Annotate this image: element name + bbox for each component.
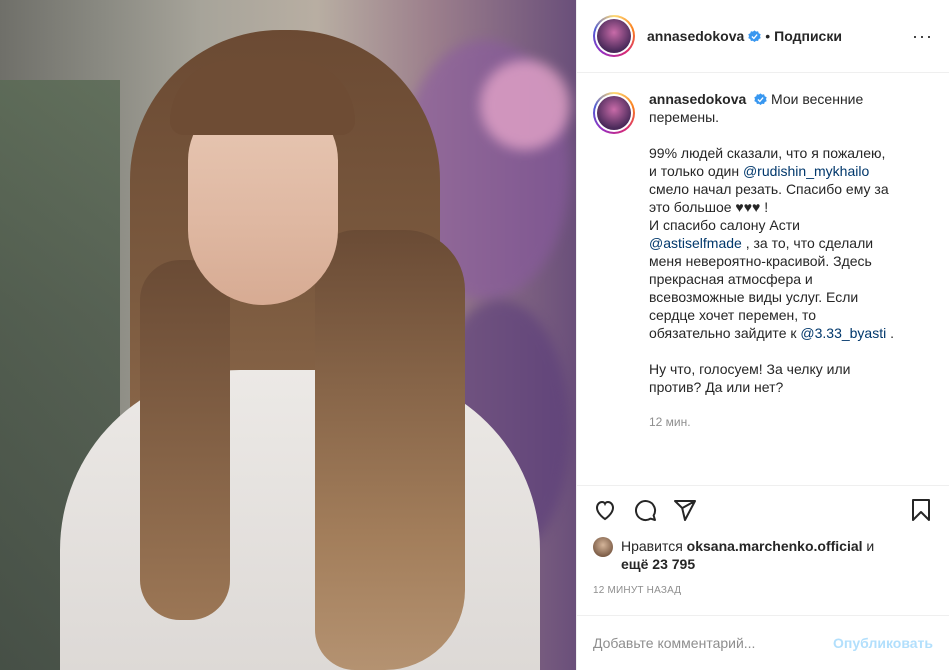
comment-input[interactable]	[593, 635, 834, 651]
caption-line: 99% людей сказали, что я пожалею,	[649, 145, 886, 161]
post-photo[interactable]	[0, 0, 576, 670]
caption-line: смело начал резать. Спасибо ему за	[649, 181, 889, 197]
caption-line: прекрасная атмосфера и	[649, 271, 813, 287]
bookmark-icon	[912, 499, 930, 521]
caption-timestamp[interactable]: 12 мин.	[649, 413, 894, 431]
header-username[interactable]: annasedokova	[647, 28, 744, 44]
heart-icon	[595, 500, 615, 521]
caption-line: .	[890, 325, 894, 341]
post-caption: annasedokova Мои весенние перемены. 99% …	[593, 90, 933, 431]
verified-icon	[754, 93, 767, 106]
photo-shirt	[60, 370, 540, 670]
caption-line: меня невероятно-красивой. Здесь	[649, 253, 872, 269]
comment-icon	[635, 500, 657, 522]
following-button[interactable]: Подписки	[774, 28, 842, 44]
verified-icon	[748, 29, 761, 42]
save-button[interactable]	[909, 498, 933, 525]
comment-button[interactable]	[633, 498, 657, 525]
liker-avatar[interactable]	[593, 537, 613, 557]
caption-avatar[interactable]	[593, 92, 635, 134]
caption-line: , за то, что сделали	[745, 235, 874, 251]
post-timestamp[interactable]: 12 МИНУТ НАЗАД	[593, 585, 681, 596]
like-button[interactable]	[593, 498, 617, 525]
caption-username[interactable]: annasedokova	[649, 91, 746, 107]
likes-others-link[interactable]: ещё 23 795	[621, 556, 695, 572]
photo-hair-front	[315, 230, 465, 670]
mention-link[interactable]: @3.33_byasti	[800, 325, 886, 341]
caption-text: annasedokova Мои весенние перемены. 99% …	[649, 90, 894, 431]
likes-prefix: Нравится	[621, 538, 683, 554]
avatar[interactable]	[593, 15, 635, 57]
separator-dot: •	[765, 28, 771, 44]
caption-line: И спасибо салону Асти	[649, 217, 800, 233]
photo-bokeh	[480, 60, 570, 150]
publish-button[interactable]: Опубликовать	[833, 635, 933, 651]
share-button[interactable]	[673, 498, 697, 525]
mention-link[interactable]: @rudishin_mykhailo	[743, 163, 869, 179]
caption-line: Мои весенние	[771, 91, 864, 107]
comment-box: Опубликовать	[577, 615, 949, 670]
likes-and: и	[866, 538, 875, 554]
caption-line: всевозможные виды услуг. Если	[649, 289, 859, 305]
caption-line: это большое ♥♥♥ !	[649, 199, 769, 215]
caption-line: сердце хочет перемен, то	[649, 307, 817, 323]
caption-line: и только один	[649, 163, 740, 179]
likes-summary: Нравится oksana.marchenko.official и ещё…	[593, 537, 933, 573]
post-header: annasedokova • Подписки ···	[577, 0, 949, 73]
post-side-panel: annasedokova • Подписки ··· annasedokova…	[576, 0, 949, 670]
caption-line: обязательно зайдите к	[649, 325, 797, 341]
caption-line: против? Да или нет?	[649, 379, 784, 395]
more-options-icon[interactable]: ···	[912, 26, 933, 47]
photo-bangs	[170, 60, 355, 135]
mention-link[interactable]: @astiselfmade	[649, 235, 742, 251]
caption-line: Ну что, голосуем! За челку или	[649, 361, 851, 377]
paper-plane-icon	[674, 500, 696, 521]
liker-username[interactable]: oksana.marchenko.official	[687, 538, 863, 554]
caption-line: перемены.	[649, 109, 720, 125]
photo-hair-left	[140, 260, 230, 620]
post-actions	[577, 485, 949, 540]
